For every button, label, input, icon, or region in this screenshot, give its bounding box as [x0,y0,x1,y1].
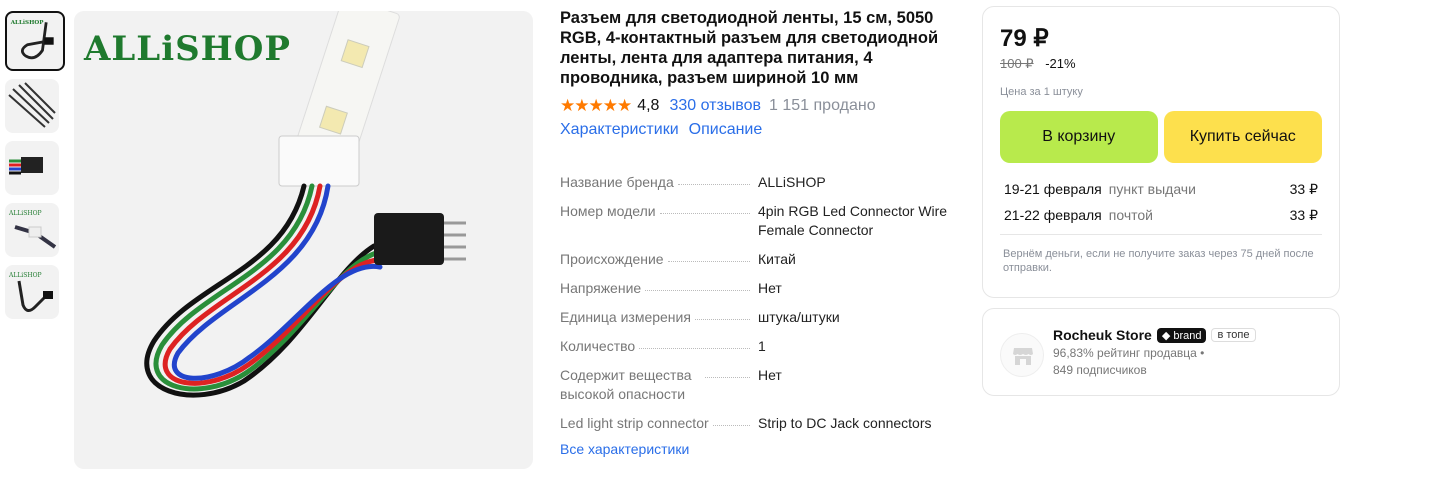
spec-value: ALLiSHOP [758,174,826,190]
svg-text:ALLiSHOP: ALLiSHOP [10,20,45,26]
spec-value: штука/штуки [758,309,840,325]
spec-key: Единица измерения [560,308,695,327]
spec-row: Количество 1 [560,337,960,356]
buy-now-button[interactable]: Купить сейчас [1163,111,1322,163]
seller-followers: 849 подписчиков [1053,363,1147,377]
spec-key: Напряжение [560,279,646,298]
delivery-row[interactable]: 19-21 февраля пункт выдачи 33 ₽ [1000,176,1322,202]
delivery-date: 19-21 февраля [1004,181,1102,197]
tag-icon: ◆ [1161,329,1171,342]
delivery-price: 33 ₽ [1289,180,1318,197]
brand-badge-label: brand [1173,329,1202,342]
spec-value: Нет [758,280,782,296]
per-unit-note: Цена за 1 штуку [1000,86,1083,98]
sold-count: 1 151 продано [769,97,876,114]
refund-note: Вернём деньги, если не получите заказ че… [1003,248,1314,274]
seller-rating-text: 96,83% рейтинг продавца [1053,346,1197,360]
spec-row: Содержит вещества высокой опасности Нет [560,366,960,404]
spec-key: Номер модели [560,202,660,240]
thumbnail-3[interactable] [5,141,59,195]
seller-rating: 96,83% рейтинг продавца • [1053,346,1205,360]
spec-row: Номер модели 4pin RGB Led Connector Wire… [560,202,960,240]
spec-row: Происхождение Китай [560,250,960,269]
thumbnail-4[interactable]: ALLiSHOP [5,203,59,257]
delivery-method: почтой [1108,207,1153,223]
brand-badge: ◆ brand [1156,327,1207,343]
product-info: Разъем для светодиодной ленты, 15 см, 50… [560,8,960,457]
thumbnail-1[interactable]: ALLiSHOP [5,11,65,71]
spec-key: Led light strip connector [560,414,713,433]
add-to-cart-button[interactable]: В корзину [1000,111,1158,163]
seller-card[interactable]: Rocheuk Store ◆ brand в топе 96,83% рейт… [982,308,1340,396]
delivery-method: пункт выдачи [1108,181,1196,197]
star-rating-icon: ★★★★★ [560,96,632,115]
old-price: 100 ₽ [1000,56,1034,71]
main-product-image[interactable]: ALLiSHOP [74,11,533,469]
spec-key: Количество [560,337,640,356]
tab-description[interactable]: Описание [689,121,763,139]
current-price: 79 ₽ [1000,25,1049,52]
thumbnail-list: ALLiSHOP ALLiSHOP ALLiSHOP [5,11,65,327]
spec-key: Название бренда [560,173,678,192]
delivery-row[interactable]: 21-22 февраля почтой 33 ₽ [1000,202,1322,228]
spec-value: Strip to DC Jack connectors [758,415,932,431]
rating-value: 4,8 [637,97,660,114]
spec-value: 4pin RGB Led Connector Wire Female Conne… [758,203,948,238]
delivery-price: 33 ₽ [1289,206,1318,223]
svg-text:ALLiSHOP: ALLiSHOP [8,210,42,217]
spec-row: Напряжение Нет [560,279,960,298]
spec-row: Led light strip connector Strip to DC Ja… [560,414,960,433]
top-badge: в топе [1211,328,1256,342]
spec-row: Название бренда ALLiSHOP [560,173,960,192]
product-title: Разъем для светодиодной ленты, 15 см, 50… [560,9,939,87]
info-tabs: Характеристики Описание [560,121,960,139]
reviews-link[interactable]: 330 отзывов [669,97,761,115]
divider [1000,234,1322,235]
spec-value: Нет [758,367,782,383]
price-card: 79 ₽ 100 ₽ -21% Цена за 1 штуку В корзин… [982,6,1340,298]
delivery-options: 19-21 февраля пункт выдачи 33 ₽ 21-22 фе… [1000,176,1322,228]
svg-text:ALLiSHOP: ALLiSHOP [8,272,42,279]
spec-value: Китай [758,251,796,267]
thumbnail-5[interactable]: ALLiSHOP [5,265,59,319]
action-buttons: В корзину Купить сейчас [1000,111,1322,163]
thumbnail-2[interactable] [5,79,59,133]
spec-row: Единица измерения штука/штуки [560,308,960,327]
store-icon [1000,333,1044,377]
specs-table: Название бренда ALLiSHOP Номер модели 4p… [560,173,960,457]
old-price-row: 100 ₽ -21% [1000,56,1322,72]
discount-badge: -21% [1045,56,1076,71]
tab-characteristics[interactable]: Характеристики [560,121,679,139]
delivery-date: 21-22 февраля [1004,207,1102,223]
all-specs-link[interactable]: Все характеристики [560,441,960,457]
seller-name[interactable]: Rocheuk Store [1053,327,1152,343]
brand-logo: ALLiSHOP [84,29,291,69]
spec-value: 1 [758,338,766,354]
spec-key: Содержит вещества высокой опасности [560,366,705,404]
rating-row: ★★★★★ 4,8 330 отзывов 1 151 продано [560,95,960,117]
spec-key: Происхождение [560,250,668,269]
